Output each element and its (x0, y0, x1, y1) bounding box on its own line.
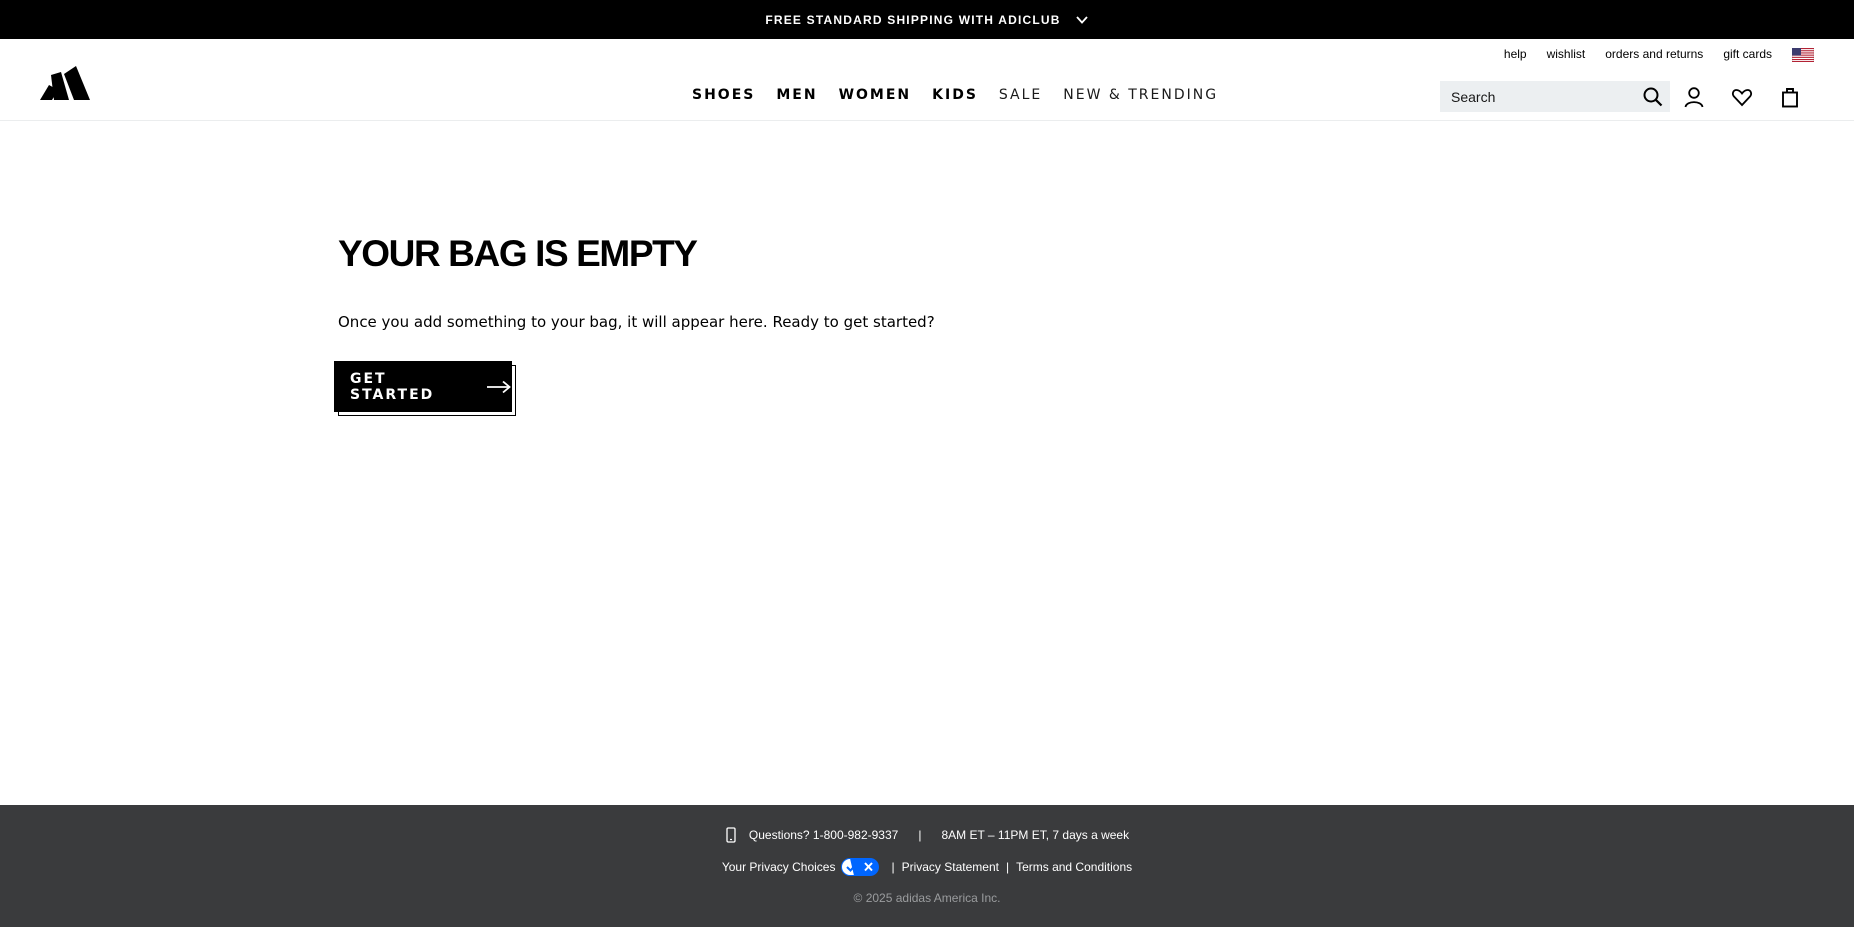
mobile-phone-icon (725, 827, 737, 843)
nav-item-shoes[interactable]: SHOES (692, 87, 755, 103)
us-flag-icon[interactable] (1791, 47, 1815, 63)
bag-icon[interactable] (1778, 85, 1802, 109)
nav-item-kids[interactable]: KIDS (932, 87, 978, 103)
arrow-right-icon (486, 380, 512, 394)
wishlist-link[interactable]: wishlist (1547, 47, 1586, 61)
page-title: YOUR BAG IS EMPTY (338, 233, 698, 274)
get-started-label: GET STARTED (350, 370, 435, 403)
site-header: help wishlist orders and returns gift ca… (0, 39, 1854, 121)
footer-contact-row: Questions? 1-800-982-9337 | 8AM ET – 11P… (0, 827, 1854, 843)
footer-legal-row: Your Privacy Choices | Privacy Statement… (0, 858, 1854, 876)
utility-links: help wishlist orders and returns gift ca… (1504, 47, 1815, 63)
help-link[interactable]: help (1504, 47, 1527, 61)
footer-questions-phone[interactable]: Questions? 1-800-982-9337 (749, 828, 898, 842)
wishlist-heart-icon[interactable] (1730, 85, 1754, 109)
empty-bag-message: Once you add something to your bag, it w… (338, 313, 935, 331)
get-started-button[interactable]: GET STARTED (334, 361, 516, 416)
privacy-statement-link[interactable]: Privacy Statement (902, 860, 999, 874)
nav-item-women[interactable]: WOMEN (839, 87, 912, 103)
search-input[interactable] (1451, 88, 1631, 105)
search-box[interactable] (1440, 81, 1670, 112)
search-icon[interactable] (1642, 86, 1664, 108)
terms-and-conditions-link[interactable]: Terms and Conditions (1016, 860, 1132, 874)
promo-text[interactable]: FREE STANDARD SHIPPING WITH ADICLUB (765, 13, 1060, 27)
get-started-button-face[interactable]: GET STARTED (334, 361, 512, 412)
footer-separator: | (891, 860, 895, 874)
site-footer: Questions? 1-800-982-9337 | 8AM ET – 11P… (0, 805, 1854, 927)
chevron-down-icon[interactable] (1075, 13, 1089, 27)
footer-separator: | (918, 828, 922, 842)
footer-hours: 8AM ET – 11PM ET, 7 days a week (941, 828, 1130, 842)
privacy-choices-toggle-icon[interactable] (841, 858, 880, 876)
adidas-logo[interactable] (40, 62, 102, 102)
nav-item-men[interactable]: MEN (776, 87, 817, 103)
copyright: © 2025 adidas America Inc. (853, 891, 1001, 905)
promo-bar[interactable]: FREE STANDARD SHIPPING WITH ADICLUB (0, 0, 1854, 39)
footer-separator: | (1005, 860, 1010, 874)
nav-item-sale[interactable]: SALE (999, 87, 1042, 103)
gift-cards-link[interactable]: gift cards (1723, 47, 1772, 61)
orders-and-returns-link[interactable]: orders and returns (1605, 47, 1703, 61)
account-icon[interactable] (1682, 85, 1706, 109)
nav-item-new-trending[interactable]: NEW & TRENDING (1063, 87, 1218, 103)
privacy-choices-link[interactable]: Your Privacy Choices (722, 860, 836, 874)
main-nav: SHOES MEN WOMEN KIDS SALE NEW & TRENDING (692, 87, 1218, 103)
